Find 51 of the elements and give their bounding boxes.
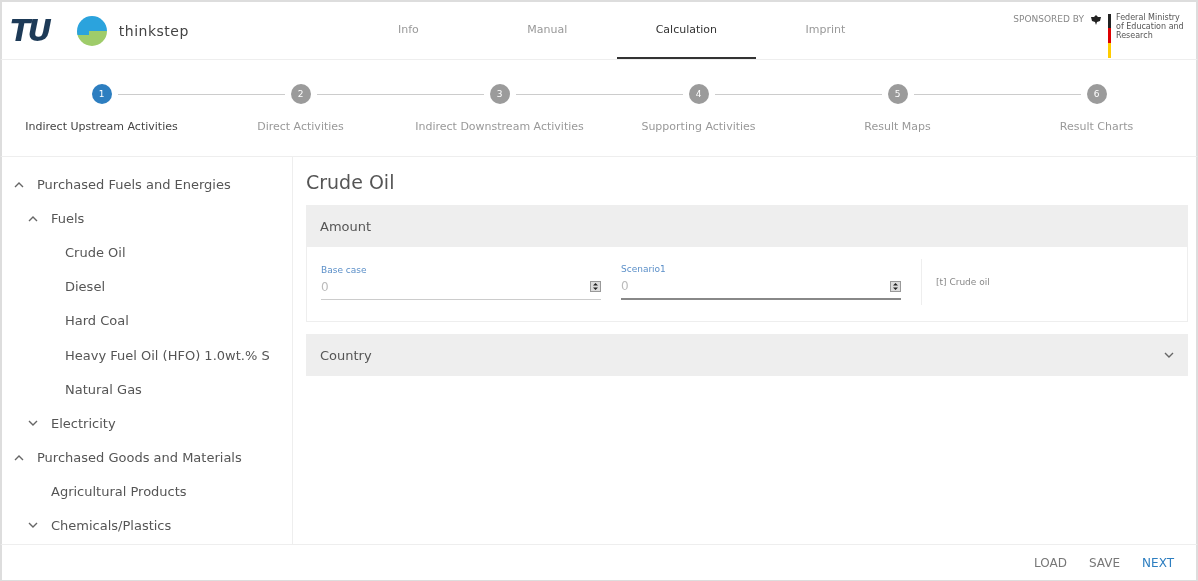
- tree-item[interactable]: Natural Gas: [65, 381, 142, 397]
- nav-tab[interactable]: Manual: [477, 2, 617, 59]
- eagle-icon: [1090, 14, 1102, 26]
- sponsor-label: SPONSORED BY: [1013, 14, 1084, 24]
- expand-icon[interactable]: [28, 522, 38, 530]
- tree-item[interactable]: Purchased Goods and Materials: [37, 450, 242, 466]
- unit-label: [t] Crude oil: [921, 259, 990, 305]
- tree-item[interactable]: Electricity: [51, 415, 116, 431]
- collapse-icon[interactable]: [14, 454, 24, 462]
- section-title: Country: [320, 347, 372, 363]
- step-label[interactable]: Direct Activities: [257, 120, 344, 133]
- expand-icon[interactable]: [1164, 351, 1174, 359]
- tree-item[interactable]: Purchased Fuels and Energies: [37, 176, 231, 192]
- brand-name: thinkstep: [118, 22, 189, 39]
- spinner-icon[interactable]: [590, 281, 601, 292]
- collapse-icon[interactable]: [28, 214, 38, 222]
- step-label[interactable]: Result Maps: [864, 120, 931, 133]
- tree-item[interactable]: Diesel: [65, 279, 105, 295]
- nav-tab[interactable]: Info: [338, 2, 478, 59]
- tree-item[interactable]: Agricultural Products: [51, 484, 187, 500]
- step-label[interactable]: Result Charts: [1059, 120, 1134, 133]
- thinkstep-logo-icon: [76, 15, 107, 46]
- ministry-logo: Federal Ministry of Education and Research: [1108, 14, 1188, 58]
- step-number[interactable]: 4: [688, 84, 709, 104]
- tree-item[interactable]: Chemicals/Plastics: [51, 518, 172, 534]
- field-label: Base case: [321, 264, 368, 275]
- tree-item[interactable]: Heavy Fuel Oil (HFO) 1.0wt.% S: [65, 347, 270, 363]
- field-label: Scenario1: [621, 264, 667, 274]
- nav-tab[interactable]: Calculation: [616, 2, 756, 59]
- step-number[interactable]: 2: [290, 84, 311, 104]
- step-number[interactable]: 5: [887, 84, 908, 104]
- nav-tab[interactable]: Imprint: [755, 2, 895, 59]
- collapse-icon[interactable]: [14, 180, 24, 188]
- footer-button[interactable]: NEXT: [1134, 551, 1182, 574]
- university-logo: TU: [10, 13, 49, 48]
- footer-button[interactable]: LOAD: [1026, 551, 1075, 574]
- page-title: Crude Oil: [306, 171, 396, 193]
- tree-item[interactable]: Crude Oil: [65, 244, 126, 260]
- step-number[interactable]: 3: [489, 84, 510, 104]
- spinner-icon[interactable]: [890, 280, 901, 292]
- step-label[interactable]: Indirect Downstream Activities: [415, 120, 584, 133]
- step-label[interactable]: Supporting Activities: [641, 120, 756, 133]
- step-label[interactable]: Indirect Upstream Activities: [25, 120, 178, 133]
- expand-icon[interactable]: [28, 419, 38, 427]
- amount-header: Amount: [306, 205, 1188, 247]
- country-header[interactable]: Country: [306, 334, 1188, 376]
- tree-item[interactable]: Hard Coal: [65, 313, 129, 329]
- step-number[interactable]: 6: [1086, 84, 1107, 104]
- step-number[interactable]: 1: [91, 84, 112, 104]
- footer-button[interactable]: SAVE: [1081, 551, 1129, 574]
- tree-item[interactable]: Fuels: [51, 210, 85, 226]
